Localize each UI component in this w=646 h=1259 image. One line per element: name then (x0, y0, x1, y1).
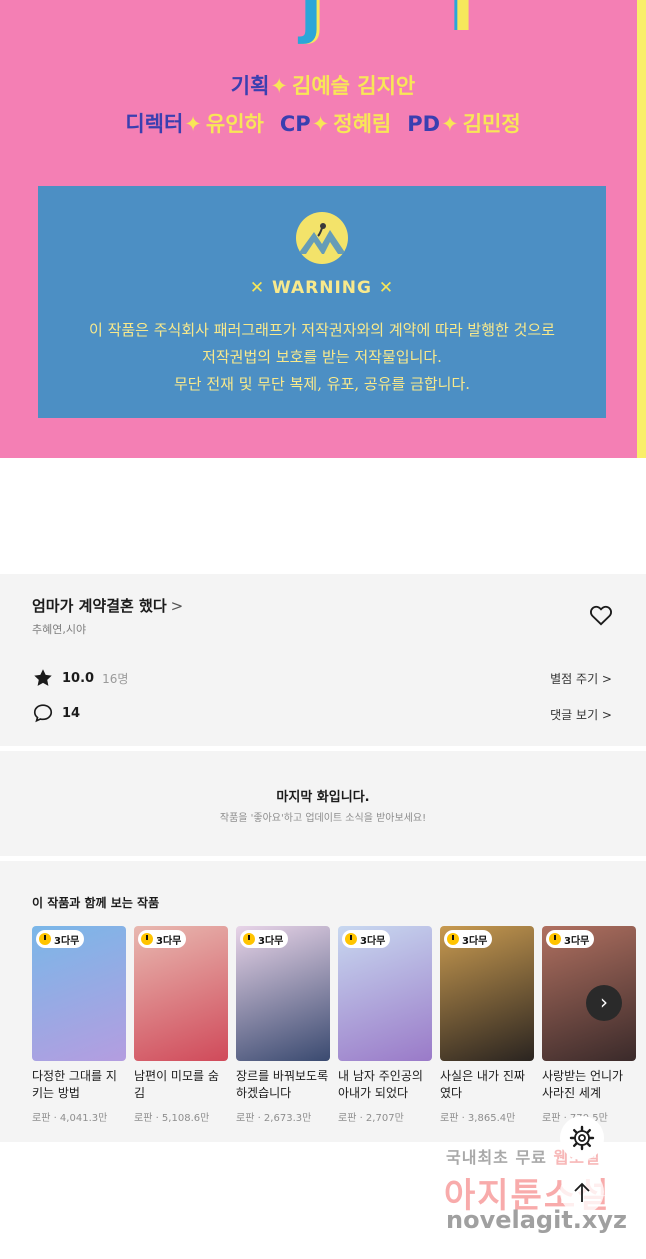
series-info-panel: 엄마가 계약결혼 했다 > 추혜연,시야 10.0 16명 14 별점 주기 > … (0, 574, 646, 746)
recommendation-card[interactable]: 3다무장르를 바꿔보도록 하겠습니다로판 · 2,673.3만 (236, 926, 330, 1124)
recommendation-carousel: 3다무 다정한 그대를 지키는 방법 로판 · 4,041.3만 3다무 남편이 미모를… (32, 926, 644, 1124)
last-episode-title: 마지막 화입니다. (276, 790, 370, 805)
card-title[interactable]: 사랑받는 언니가 사라진 세계 (542, 1068, 636, 1102)
wait-free-badge: 3다무 (546, 930, 595, 948)
card-meta: 로판 · 4,041.3만 (32, 1113, 108, 1124)
wait-free-badge: 3다무 (138, 930, 187, 948)
art-border (637, 0, 646, 458)
clock-icon (141, 933, 153, 945)
recommendation-card[interactable]: 3다무사랑받는 언니가 사라진 세계로판 · 770.5만 (542, 926, 636, 1124)
title-art-fragment: ı (452, 0, 474, 46)
credit-planning: 기획✦ 김예슬 김지안 (230, 74, 416, 98)
chevron-right-icon: > (170, 597, 184, 615)
card-meta: 로판 · 5,108.6만 (134, 1113, 210, 1124)
card-title[interactable]: 다정한 그대를 지키는 방법 (32, 1068, 126, 1102)
clock-icon (243, 933, 255, 945)
star-icon (34, 669, 52, 686)
rating-value: 10.0 (62, 670, 95, 686)
recommendation-card[interactable]: 3다무다정한 그대를 지키는 방법로판 · 4,041.3만 (32, 926, 126, 1124)
warning-text-line: 이 작품은 주식회사 패러그래프가 저작권자와의 계약에 따라 발행한 것으로 (89, 321, 555, 339)
cover-thumbnail[interactable]: 3다무 (236, 926, 330, 1061)
credit-staff: 디렉터✦ 유인하 CP✦ 정혜림 PD✦ 김민정 (125, 112, 521, 136)
wait-free-badge: 3다무 (240, 930, 289, 948)
last-episode-notice: 마지막 화입니다. 작품을 '좋아요'하고 업데이트 소식을 받아보세요! (0, 751, 646, 856)
heart-icon[interactable] (588, 602, 614, 628)
card-meta: 로판 · 2,673.3만 (236, 1113, 312, 1124)
cover-thumbnail[interactable]: 3다무 (134, 926, 228, 1061)
view-comments-button[interactable]: 댓글 보기 > (550, 706, 612, 723)
clock-icon (345, 933, 357, 945)
settings-icon (569, 1125, 595, 1151)
title-art-fragment: ʃ (300, 0, 327, 46)
clock-icon (549, 933, 561, 945)
arrow-up-icon (574, 1182, 590, 1202)
rating-summary: 10.0 16명 (32, 667, 128, 689)
episode-credits-image: ʃ ı 기획✦ 김예슬 김지안 디렉터✦ 유인하 CP✦ 정혜림 PD✦ 김민정 ✕ WAR… (0, 0, 646, 458)
scroll-top-button[interactable] (560, 1170, 604, 1214)
recommendation-card[interactable]: 3다무남편이 미모를 숨김로판 · 5,108.6만 (134, 926, 228, 1124)
card-title[interactable]: 사실은 내가 진짜였다 (440, 1068, 534, 1102)
recommendation-card[interactable]: 3다무사실은 내가 진짜였다로판 · 3,865.4만 (440, 926, 534, 1124)
wait-free-badge: 3다무 (342, 930, 391, 948)
settings-button[interactable] (560, 1116, 604, 1160)
warning-text-line: 저작권법의 보호를 받는 저작물입니다. (202, 348, 442, 366)
series-authors: 추혜연,시야 (32, 623, 87, 636)
recommendations-title: 이 작품과 함께 보는 작품 (32, 896, 160, 910)
cover-thumbnail[interactable]: 3다무 (440, 926, 534, 1061)
wait-free-badge: 3다무 (444, 930, 493, 948)
rating-count: 16명 (102, 671, 129, 686)
card-title[interactable]: 내 남자 주인공의 아내가 되었다 (338, 1068, 432, 1102)
comment-icon (33, 704, 53, 723)
recommendations-section: 이 작품과 함께 보는 작품 3다무다정한 그대를 지키는 방법로판 · 4,0… (0, 861, 646, 1142)
clock-icon (39, 933, 51, 945)
card-meta: 로판 · 2,707만 (338, 1113, 404, 1124)
carousel-next-button[interactable]: › (586, 985, 622, 1021)
comment-count: 14 (62, 705, 81, 721)
card-title[interactable]: 남편이 미모를 숨김 (134, 1068, 228, 1102)
series-title-link[interactable]: 엄마가 계약결혼 했다 > (32, 595, 183, 616)
cover-thumbnail[interactable]: 3다무 (32, 926, 126, 1061)
comment-summary: 14 (32, 702, 80, 724)
warning-text-line: 무단 전재 및 무단 복제, 유포, 공유를 금합니다. (173, 375, 471, 393)
recommendation-card[interactable]: 3다무내 남자 주인공의 아내가 되었다로판 · 2,707만 (338, 926, 432, 1124)
clock-icon (447, 933, 459, 945)
last-episode-subtitle: 작품을 '좋아요'하고 업데이트 소식을 받아보세요! (219, 813, 427, 824)
card-meta: 로판 · 3,865.4만 (440, 1113, 516, 1124)
card-title[interactable]: 장르를 바꿔보도록 하겠습니다 (236, 1068, 330, 1102)
cover-thumbnail[interactable]: 3다무 (338, 926, 432, 1061)
copyright-warning: ✕ WARNING ✕ 이 작품은 주식회사 패러그래프가 저작권자와의 계약에… (38, 186, 606, 418)
warning-title: ✕ WARNING ✕ (249, 278, 395, 298)
publisher-logo (296, 212, 348, 264)
rate-button[interactable]: 별점 주기 > (550, 670, 612, 687)
wait-free-badge: 3다무 (36, 930, 85, 948)
